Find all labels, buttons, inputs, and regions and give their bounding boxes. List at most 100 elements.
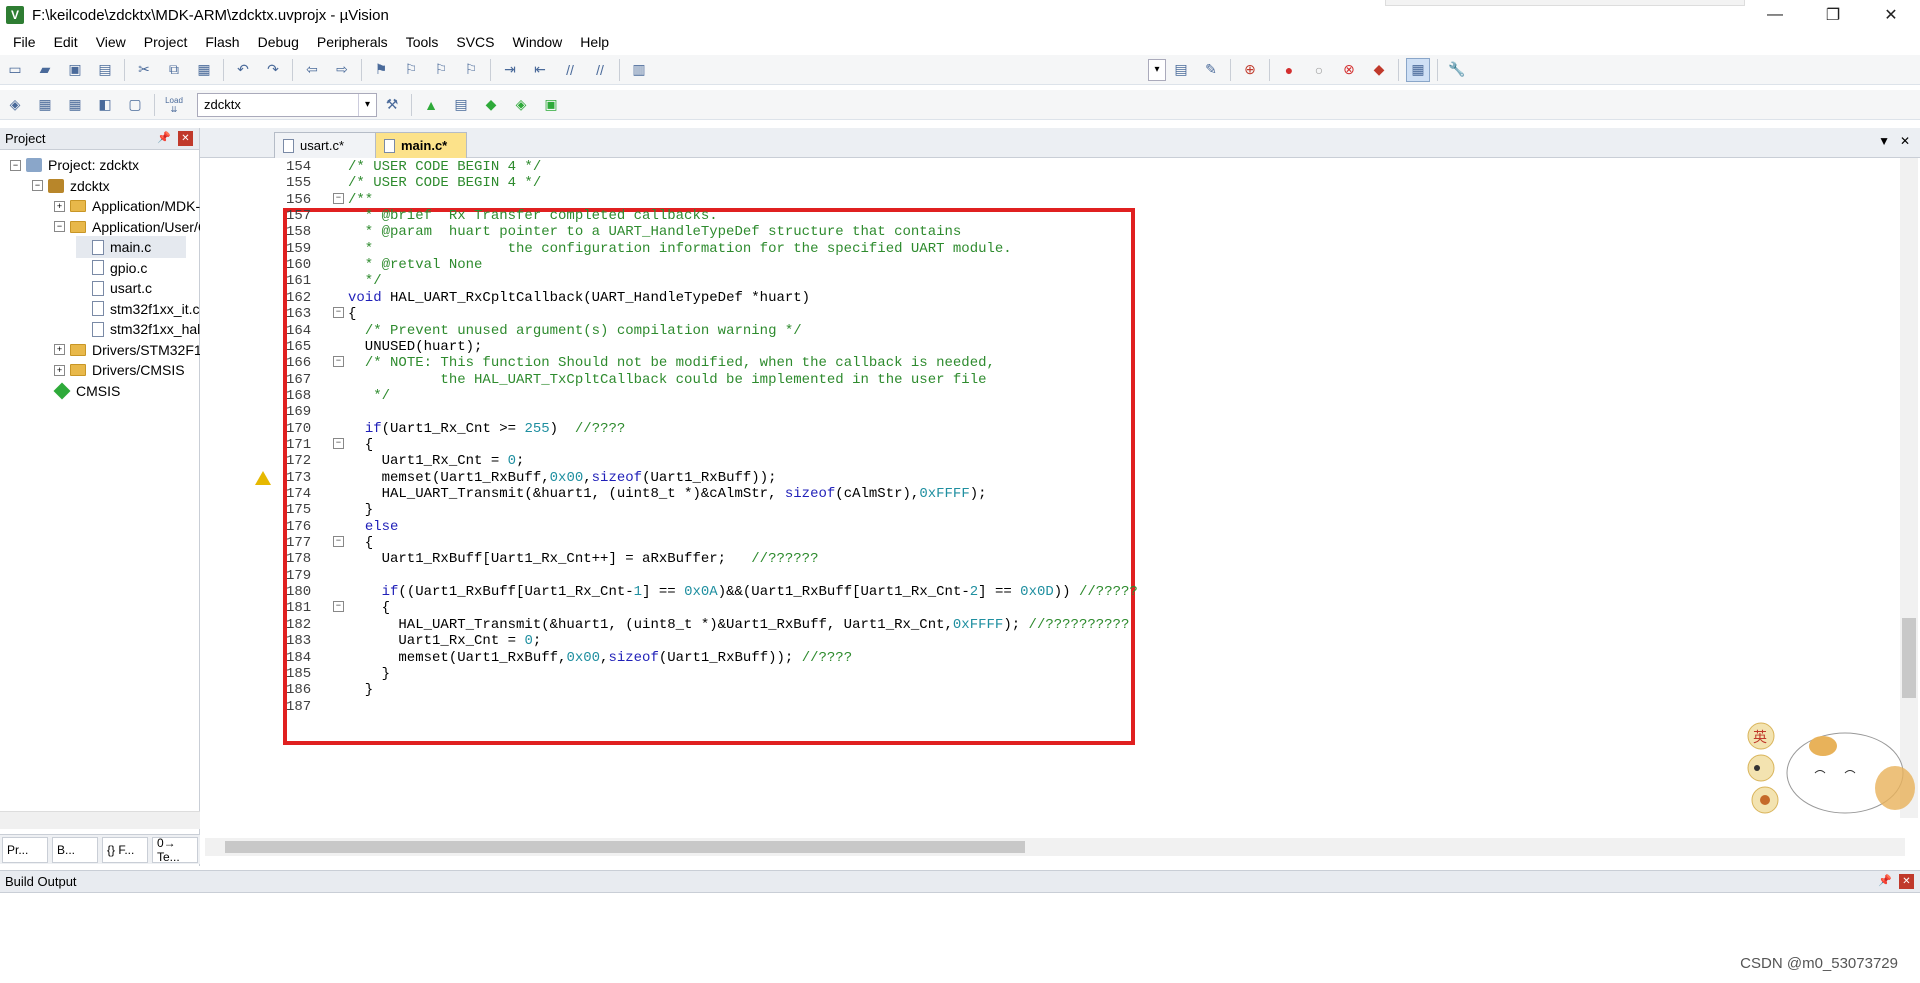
tree-item[interactable]: stm32f1xx_hal_r xyxy=(76,318,213,340)
translate-icon[interactable]: ◈ xyxy=(3,93,27,117)
expand-icon[interactable]: + xyxy=(54,200,65,212)
menu-tools[interactable]: Tools xyxy=(397,30,448,54)
tree-item[interactable]: + Drivers/CMSIS xyxy=(54,359,185,381)
tree-item[interactable]: main.c xyxy=(76,236,186,258)
menu-svcs[interactable]: SVCS xyxy=(447,30,503,54)
incremental-find-icon[interactable]: ▤ xyxy=(1169,58,1193,82)
menu-peripherals[interactable]: Peripherals xyxy=(308,30,397,54)
tab-list-dropdown-icon[interactable]: ▼ xyxy=(1878,134,1890,148)
pack-installer-icon[interactable]: ◈ xyxy=(509,93,533,117)
tab-books[interactable]: B... xyxy=(52,837,98,863)
target-options-icon[interactable]: ⚒ xyxy=(380,93,404,117)
run-time-env-icon[interactable]: ◆ xyxy=(479,93,503,117)
editor-horizontal-scrollbar[interactable] xyxy=(205,838,1905,856)
file-extensions-icon[interactable]: ▤ xyxy=(449,93,473,117)
kill-all-breakpoints-icon[interactable]: ◆ xyxy=(1367,58,1391,82)
tab-functions[interactable]: {} F... xyxy=(102,837,148,863)
menu-flash[interactable]: Flash xyxy=(196,30,248,54)
manage-components-icon[interactable]: ▲ xyxy=(419,93,443,117)
collapse-icon[interactable]: − xyxy=(54,221,65,232)
tree-item[interactable]: − zdcktx xyxy=(32,175,110,197)
download-icon[interactable]: Load ⇊ xyxy=(162,93,186,117)
disable-all-breakpoints-icon[interactable]: ⊗ xyxy=(1337,58,1361,82)
select-software-packs-icon[interactable]: ▣ xyxy=(539,93,563,117)
menu-view[interactable]: View xyxy=(87,30,135,54)
pin-icon[interactable]: 📌 xyxy=(157,131,171,144)
close-tab-icon[interactable]: ✕ xyxy=(1900,134,1910,148)
configure-icon[interactable]: 🔧 xyxy=(1445,58,1469,82)
unindent-icon[interactable]: ⇤ xyxy=(528,58,552,82)
collapse-icon[interactable]: − xyxy=(10,159,21,171)
project-panel-tabs: Pr... B... {} F... 0→ Te... xyxy=(0,834,200,864)
rebuild-icon[interactable]: ▦ xyxy=(63,93,87,117)
target-select[interactable]: zdcktx ▾ xyxy=(197,92,377,117)
menu-debug[interactable]: Debug xyxy=(249,30,308,54)
code-editor[interactable]: 154/* USER CODE BEGIN 4 */155/* USER COD… xyxy=(200,158,1920,838)
menu-help[interactable]: Help xyxy=(571,30,618,54)
pin-icon[interactable]: 📌 xyxy=(1878,874,1892,887)
expand-icon[interactable]: + xyxy=(54,344,65,355)
tree-item[interactable]: + Drivers/STM32F1xx_ xyxy=(54,339,223,361)
fold-collapse-icon[interactable]: − xyxy=(333,536,344,548)
fold-collapse-icon[interactable]: − xyxy=(333,437,344,449)
menu-project[interactable]: Project xyxy=(135,30,197,54)
save-icon[interactable]: ▣ xyxy=(63,58,87,82)
disable-breakpoint-icon[interactable]: ○ xyxy=(1307,58,1331,82)
next-bookmark-icon[interactable]: ⚐ xyxy=(429,58,453,82)
tree-item[interactable]: CMSIS xyxy=(53,380,120,402)
fold-collapse-icon[interactable]: − xyxy=(333,307,344,319)
scroll-thumb[interactable] xyxy=(225,841,1025,853)
menu-window[interactable]: Window xyxy=(504,30,572,54)
fold-collapse-icon[interactable]: − xyxy=(333,601,344,613)
tree-item[interactable]: stm32f1xx_it.c xyxy=(76,298,199,320)
tree-item[interactable]: − Project: zdcktx xyxy=(10,154,139,176)
window-layout-icon[interactable]: ▦ xyxy=(1406,57,1430,82)
open-folder-icon[interactable]: ▰ xyxy=(33,58,57,82)
bookmark-icon[interactable]: ⚑ xyxy=(369,58,393,82)
navigate-forward-icon[interactable]: ⇨ xyxy=(330,58,354,82)
uncomment-icon[interactable]: // xyxy=(588,58,612,82)
cut-icon[interactable]: ✂ xyxy=(132,58,156,82)
build-icon[interactable]: ▦ xyxy=(33,93,57,117)
navigate-back-icon[interactable]: ⇦ xyxy=(300,58,324,82)
fold-collapse-icon[interactable]: − xyxy=(333,356,344,368)
tree-item[interactable]: − Application/User/C xyxy=(54,216,208,238)
tab-usart-c[interactable]: usart.c* xyxy=(274,132,376,158)
debug-session-icon[interactable]: ⊕ xyxy=(1238,58,1262,82)
tab-project[interactable]: Pr... xyxy=(2,837,48,863)
redo-icon[interactable]: ↷ xyxy=(261,58,285,82)
find-in-files-icon[interactable]: ▥ xyxy=(627,58,651,82)
fold-collapse-icon[interactable]: − xyxy=(333,192,344,204)
find-combo-dropdown[interactable]: ▾ xyxy=(1148,58,1166,81)
clear-bookmarks-icon[interactable]: ⚐ xyxy=(459,58,483,82)
close-icon[interactable]: ✕ xyxy=(178,131,193,146)
project-horizontal-scrollbar[interactable] xyxy=(0,811,200,829)
maximize-button[interactable]: ❐ xyxy=(1804,0,1862,30)
menu-file[interactable]: File xyxy=(4,30,45,54)
close-icon[interactable]: ✕ xyxy=(1899,874,1914,889)
paste-icon[interactable]: ▦ xyxy=(192,58,216,82)
tree-item[interactable]: + Application/MDK-A xyxy=(54,195,210,217)
stop-build-icon[interactable]: ▢ xyxy=(123,93,147,117)
tree-item[interactable]: usart.c xyxy=(76,277,152,299)
minimize-button[interactable]: — xyxy=(1746,0,1804,30)
expand-icon[interactable]: + xyxy=(54,364,65,376)
new-file-icon[interactable]: ▭ xyxy=(3,58,27,82)
close-button[interactable]: ✕ xyxy=(1862,0,1920,30)
save-all-icon[interactable]: ▤ xyxy=(93,58,117,82)
prev-bookmark-icon[interactable]: ⚐ xyxy=(399,58,423,82)
find-icon[interactable]: ✎ xyxy=(1199,58,1223,82)
warning-icon[interactable] xyxy=(255,470,271,485)
comment-icon[interactable]: // xyxy=(558,58,582,82)
menu-edit[interactable]: Edit xyxy=(45,30,87,54)
collapse-icon[interactable]: − xyxy=(32,180,43,191)
batch-build-icon[interactable]: ◧ xyxy=(93,93,117,117)
copy-icon[interactable]: ⧉ xyxy=(162,58,186,82)
tab-templates[interactable]: 0→ Te... xyxy=(152,836,198,864)
tree-item[interactable]: gpio.c xyxy=(76,257,147,279)
undo-icon[interactable]: ↶ xyxy=(231,58,255,82)
tab-main-c[interactable]: main.c* xyxy=(375,132,467,158)
scroll-thumb[interactable] xyxy=(1902,618,1916,698)
indent-icon[interactable]: ⇥ xyxy=(498,58,522,82)
breakpoint-icon[interactable]: ● xyxy=(1277,58,1301,82)
